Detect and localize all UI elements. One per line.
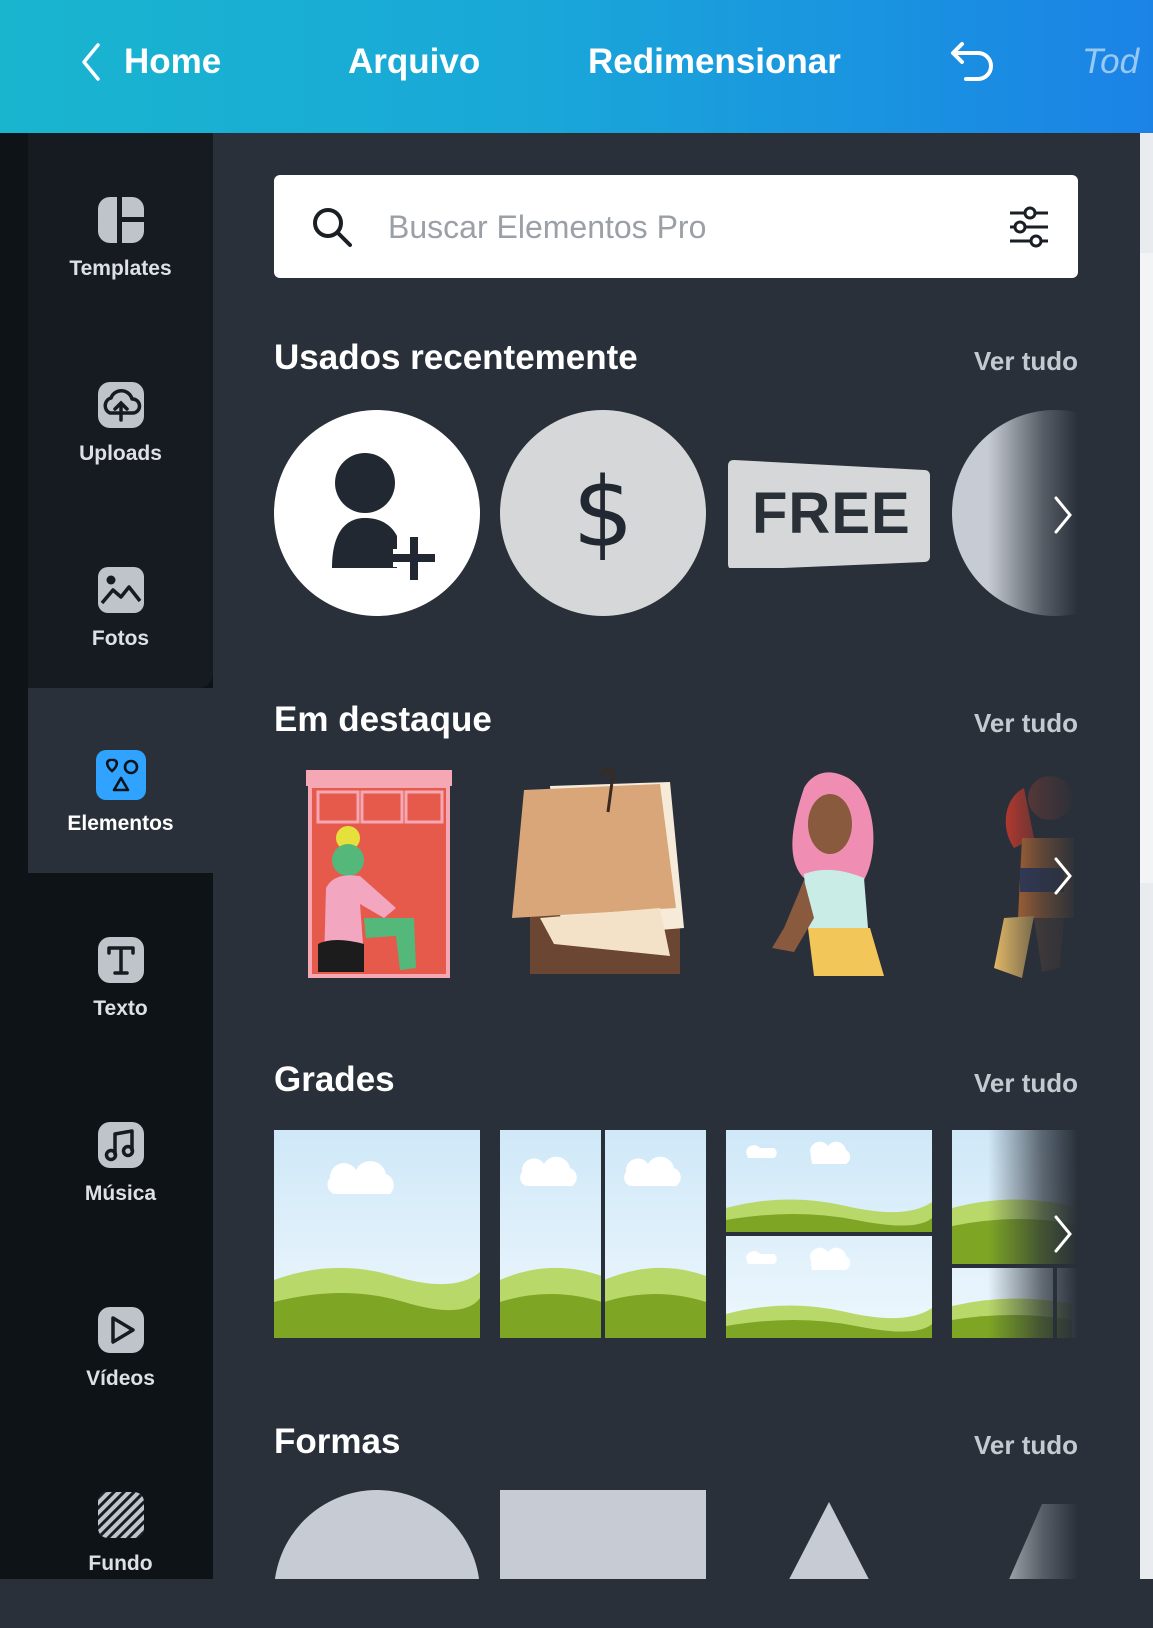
rail-label: Elementos [67,812,174,835]
canvas-page-edge [1140,253,1153,883]
all-changes-saved-status: Tod [1082,42,1140,81]
chevron-right-icon[interactable] [1052,1214,1074,1254]
video-icon [94,1303,148,1357]
shapes-row [274,1490,1078,1579]
rail-item-text[interactable]: Texto [28,933,213,1073]
rail-label: Uploads [79,442,162,465]
featured-items-row [274,768,1078,983]
rail-label: Música [84,1182,157,1205]
chevron-right-icon[interactable] [1052,856,1074,896]
chevron-right-icon[interactable] [1052,495,1074,535]
top-toolbar: Home Arquivo Redimensionar Tod [0,0,1153,133]
recent-item-free-badge[interactable]: FREE [726,456,932,568]
dollar-sign: $ [572,457,634,569]
rail-label: Fotos [91,627,150,650]
search-input[interactable] [386,201,950,253]
rail-label: Texto [93,997,148,1020]
elements-icon [94,748,148,802]
row-fade [988,1490,1078,1579]
shape-circle[interactable] [274,1490,480,1579]
canvas-edge [1140,133,1153,1579]
rail-item-background[interactable]: Fundo [28,1488,213,1628]
resize-button[interactable]: Redimensionar [588,40,841,84]
see-all-grids-link[interactable]: Ver tudo [974,1068,1078,1099]
undo-button[interactable] [948,38,1000,93]
recent-item-dollar[interactable]: $ [500,410,706,616]
rail-label: Vídeos [86,1367,155,1390]
featured-illustration-notes[interactable] [510,768,690,978]
rail-item-videos[interactable]: Vídeos [28,1303,213,1443]
featured-illustration-woman[interactable] [764,768,894,978]
rail-item-templates[interactable]: Templates [28,193,213,333]
see-all-recent-link[interactable]: Ver tudo [974,346,1078,377]
music-icon [94,1118,148,1172]
home-label: Home [124,42,222,81]
recent-items-row: $ FREE [274,410,1078,620]
section-title-recent: Usados recentemente [274,338,638,377]
rail-label: Fundo [88,1552,153,1575]
background-icon [94,1488,148,1542]
rail-item-music[interactable]: Música [28,1118,213,1258]
text-icon [94,933,148,987]
see-all-featured-link[interactable]: Ver tudo [974,708,1078,739]
featured-illustration-window[interactable] [304,768,454,980]
rail-item-uploads[interactable]: Uploads [28,378,213,518]
undo-icon [951,42,993,81]
see-all-shapes-link[interactable]: Ver tudo [974,1430,1078,1461]
grids-row [274,1130,1078,1338]
home-button[interactable]: Home [80,40,221,84]
grid-two-rows[interactable] [726,1130,932,1338]
add-user-icon [332,453,435,580]
upload-cloud-icon [94,378,148,432]
filter-icon[interactable] [1006,205,1052,249]
search-box[interactable] [274,175,1078,278]
recent-item-add-user[interactable] [274,410,480,616]
grid-single[interactable] [274,1130,480,1338]
free-badge-label: FREE [752,481,911,546]
section-title-grids: Grades [274,1060,395,1099]
section-title-shapes: Formas [274,1422,401,1461]
rail-item-photos[interactable]: Fotos [28,563,213,703]
shape-square[interactable] [500,1490,706,1579]
search-icon [313,208,352,247]
file-menu-button[interactable]: Arquivo [348,40,480,84]
shape-triangle[interactable] [726,1490,932,1579]
section-title-featured: Em destaque [274,700,492,739]
photo-icon [94,563,148,617]
rail-label: Templates [69,257,172,280]
chevron-left-icon [82,43,100,81]
rail-item-elements[interactable]: Elementos [28,748,213,888]
grid-two-columns[interactable] [500,1130,706,1338]
templates-icon [94,193,148,247]
